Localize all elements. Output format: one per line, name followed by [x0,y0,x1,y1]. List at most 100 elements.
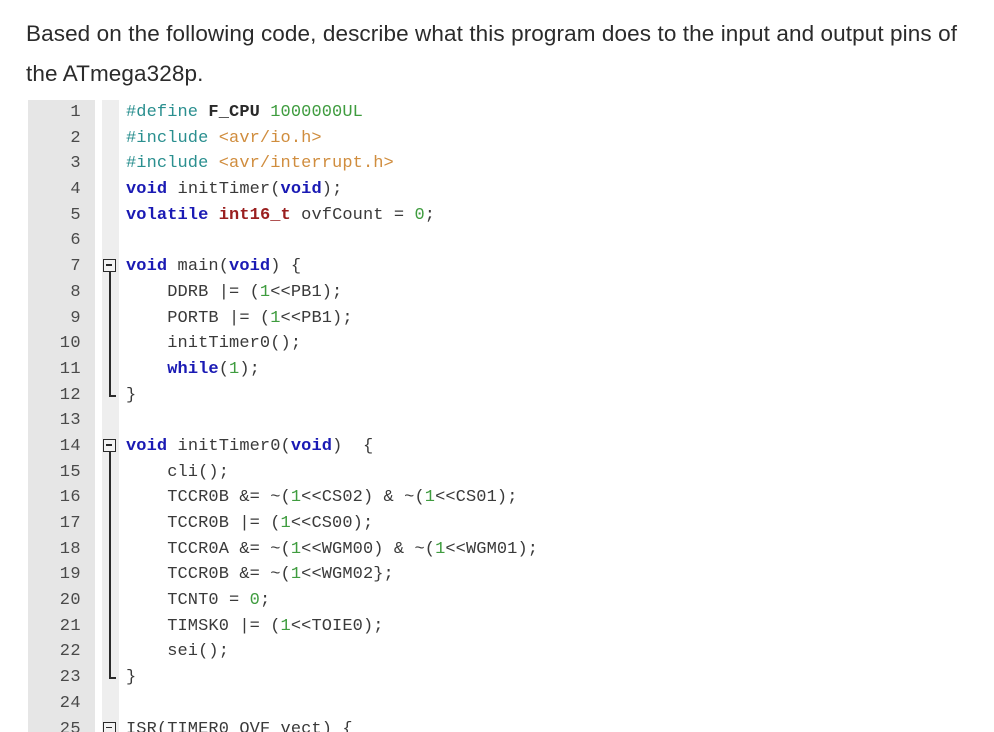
code-token: } [126,668,137,688]
fold-guide-line [109,613,111,640]
code-line: 10 initTimer0(); [28,331,994,357]
code-token: <avr/io.h> [218,128,322,148]
line-number: 14 [28,433,88,460]
line-number: 9 [28,305,88,332]
gutter-gap [95,279,102,306]
gutter-edge [88,613,95,640]
code-token: <<WGM01); [445,539,539,559]
line-number: 18 [28,536,88,563]
fold-collapse-icon[interactable] [103,721,116,732]
code-line-text: TCCR0A &= ~(1<<WGM00) & ~(1<<WGM01); [119,537,538,563]
code-line-text: TCCR0B &= ~(1<<WGM02}; [119,562,394,588]
fold-guide-end [109,665,116,680]
fold-guide-line [109,511,111,537]
code-token: 1 [290,565,302,585]
fold-gutter [102,177,119,203]
code-token: 0 [414,205,425,225]
gutter-gap [95,613,102,640]
fold-gutter[interactable] [102,716,119,732]
line-number: 25 [28,716,88,732]
code-token: ISR(TIMER0_OVF_vect) { [126,719,353,732]
gutter-gap [95,716,102,732]
gutter-edge [88,279,95,306]
code-line-text: volatile int16_t ovfCount = 0; [119,203,435,229]
code-token: initTimer( [167,180,281,200]
fold-gutter[interactable] [102,254,119,280]
gutter-gap [95,433,102,460]
fold-gutter [102,279,119,306]
gutter-edge [88,485,95,511]
fold-collapse-icon[interactable] [103,438,116,452]
code-token: TCCR0B |= ( [126,514,281,533]
code-token: while [167,359,219,379]
code-token: <<PB1); [270,282,343,302]
line-number: 23 [28,665,88,691]
question-prompt: Based on the following code, describe wh… [26,21,964,86]
code-line-text: while(1); [119,357,260,383]
code-token: TCNT0 = [126,591,250,611]
code-line: 18 TCCR0A &= ~(1<<WGM00) & ~(1<<WGM01); [28,536,994,563]
code-token: 1 [229,359,240,379]
fold-gutter [102,202,119,229]
line-number: 19 [28,562,88,589]
code-line-text: void initTimer0(void) { [119,434,373,460]
gutter-gap [95,408,102,434]
code-line: 13 [28,408,994,434]
code-line: 12} [28,382,994,409]
code-line: 20 TCNT0 = 0; [28,588,994,614]
fold-gutter[interactable] [102,433,119,460]
line-number: 2 [28,125,88,152]
code-line-text: TCCR0B &= ~(1<<CS02) & ~(1<<CS01); [119,485,518,511]
code-line: 1 #define F_CPU 1000000UL [28,100,994,126]
code-token: 1 [270,308,281,328]
fold-gutter [102,228,119,255]
code-token: F_CPU [208,103,260,122]
code-token: ); [321,180,343,200]
fold-gutter [102,305,119,332]
gutter-edge [88,588,95,614]
fold-gutter [102,511,119,537]
code-token: <<CS00); [290,514,374,533]
code-token: 1 [280,616,291,636]
gutter-edge [88,639,95,666]
gutter-edge [88,536,95,563]
code-line-text: TCCR0B |= (1<<CS00); [119,511,373,537]
code-line-text: cli(); [119,460,229,486]
code-line: 25 ISR(TIMER0_OVF_vect) { [28,716,994,732]
code-line: 9 PORTB |= (1<<PB1); [28,305,994,332]
code-line-text: } [119,665,136,691]
fold-guide-line [109,588,111,614]
code-line: 2 #include <avr/io.h> [28,125,994,152]
fold-gutter [102,613,119,640]
code-line-text: TIMSK0 |= (1<<TOIE0); [119,614,384,640]
code-token: cli(); [126,462,230,482]
code-token: <<CS02) & ~( [301,488,425,508]
gutter-gap [95,511,102,537]
code-line-text [119,228,126,254]
line-number: 24 [28,690,88,717]
code-token: void [290,436,333,456]
gutter-edge [88,125,95,152]
code-block: 1 #define F_CPU 1000000UL 2 #include <avr/i… [28,100,994,732]
code-line: 22 sei(); [28,639,994,666]
code-token: <<PB1); [280,308,353,328]
code-token: TCCR0B &= ~( [126,565,291,585]
fold-gutter [102,690,119,717]
code-token: ; [424,205,436,225]
gutter-edge [88,433,95,460]
line-number: 7 [28,254,88,280]
code-token: <<CS01); [435,488,518,508]
gutter-edge [88,202,95,229]
code-line-text: void initTimer(void); [119,177,342,203]
gutter-edge [88,305,95,332]
fold-guide-line [109,459,111,486]
code-line: 15 cli(); [28,459,994,486]
fold-gutter [102,665,119,691]
code-line: 19 TCCR0B &= ~(1<<WGM02}; [28,562,994,589]
fold-gutter [102,151,119,178]
code-token: ( [218,359,230,379]
fold-guide-line [109,279,111,306]
fold-collapse-icon[interactable] [103,259,116,273]
gutter-edge [88,716,95,732]
